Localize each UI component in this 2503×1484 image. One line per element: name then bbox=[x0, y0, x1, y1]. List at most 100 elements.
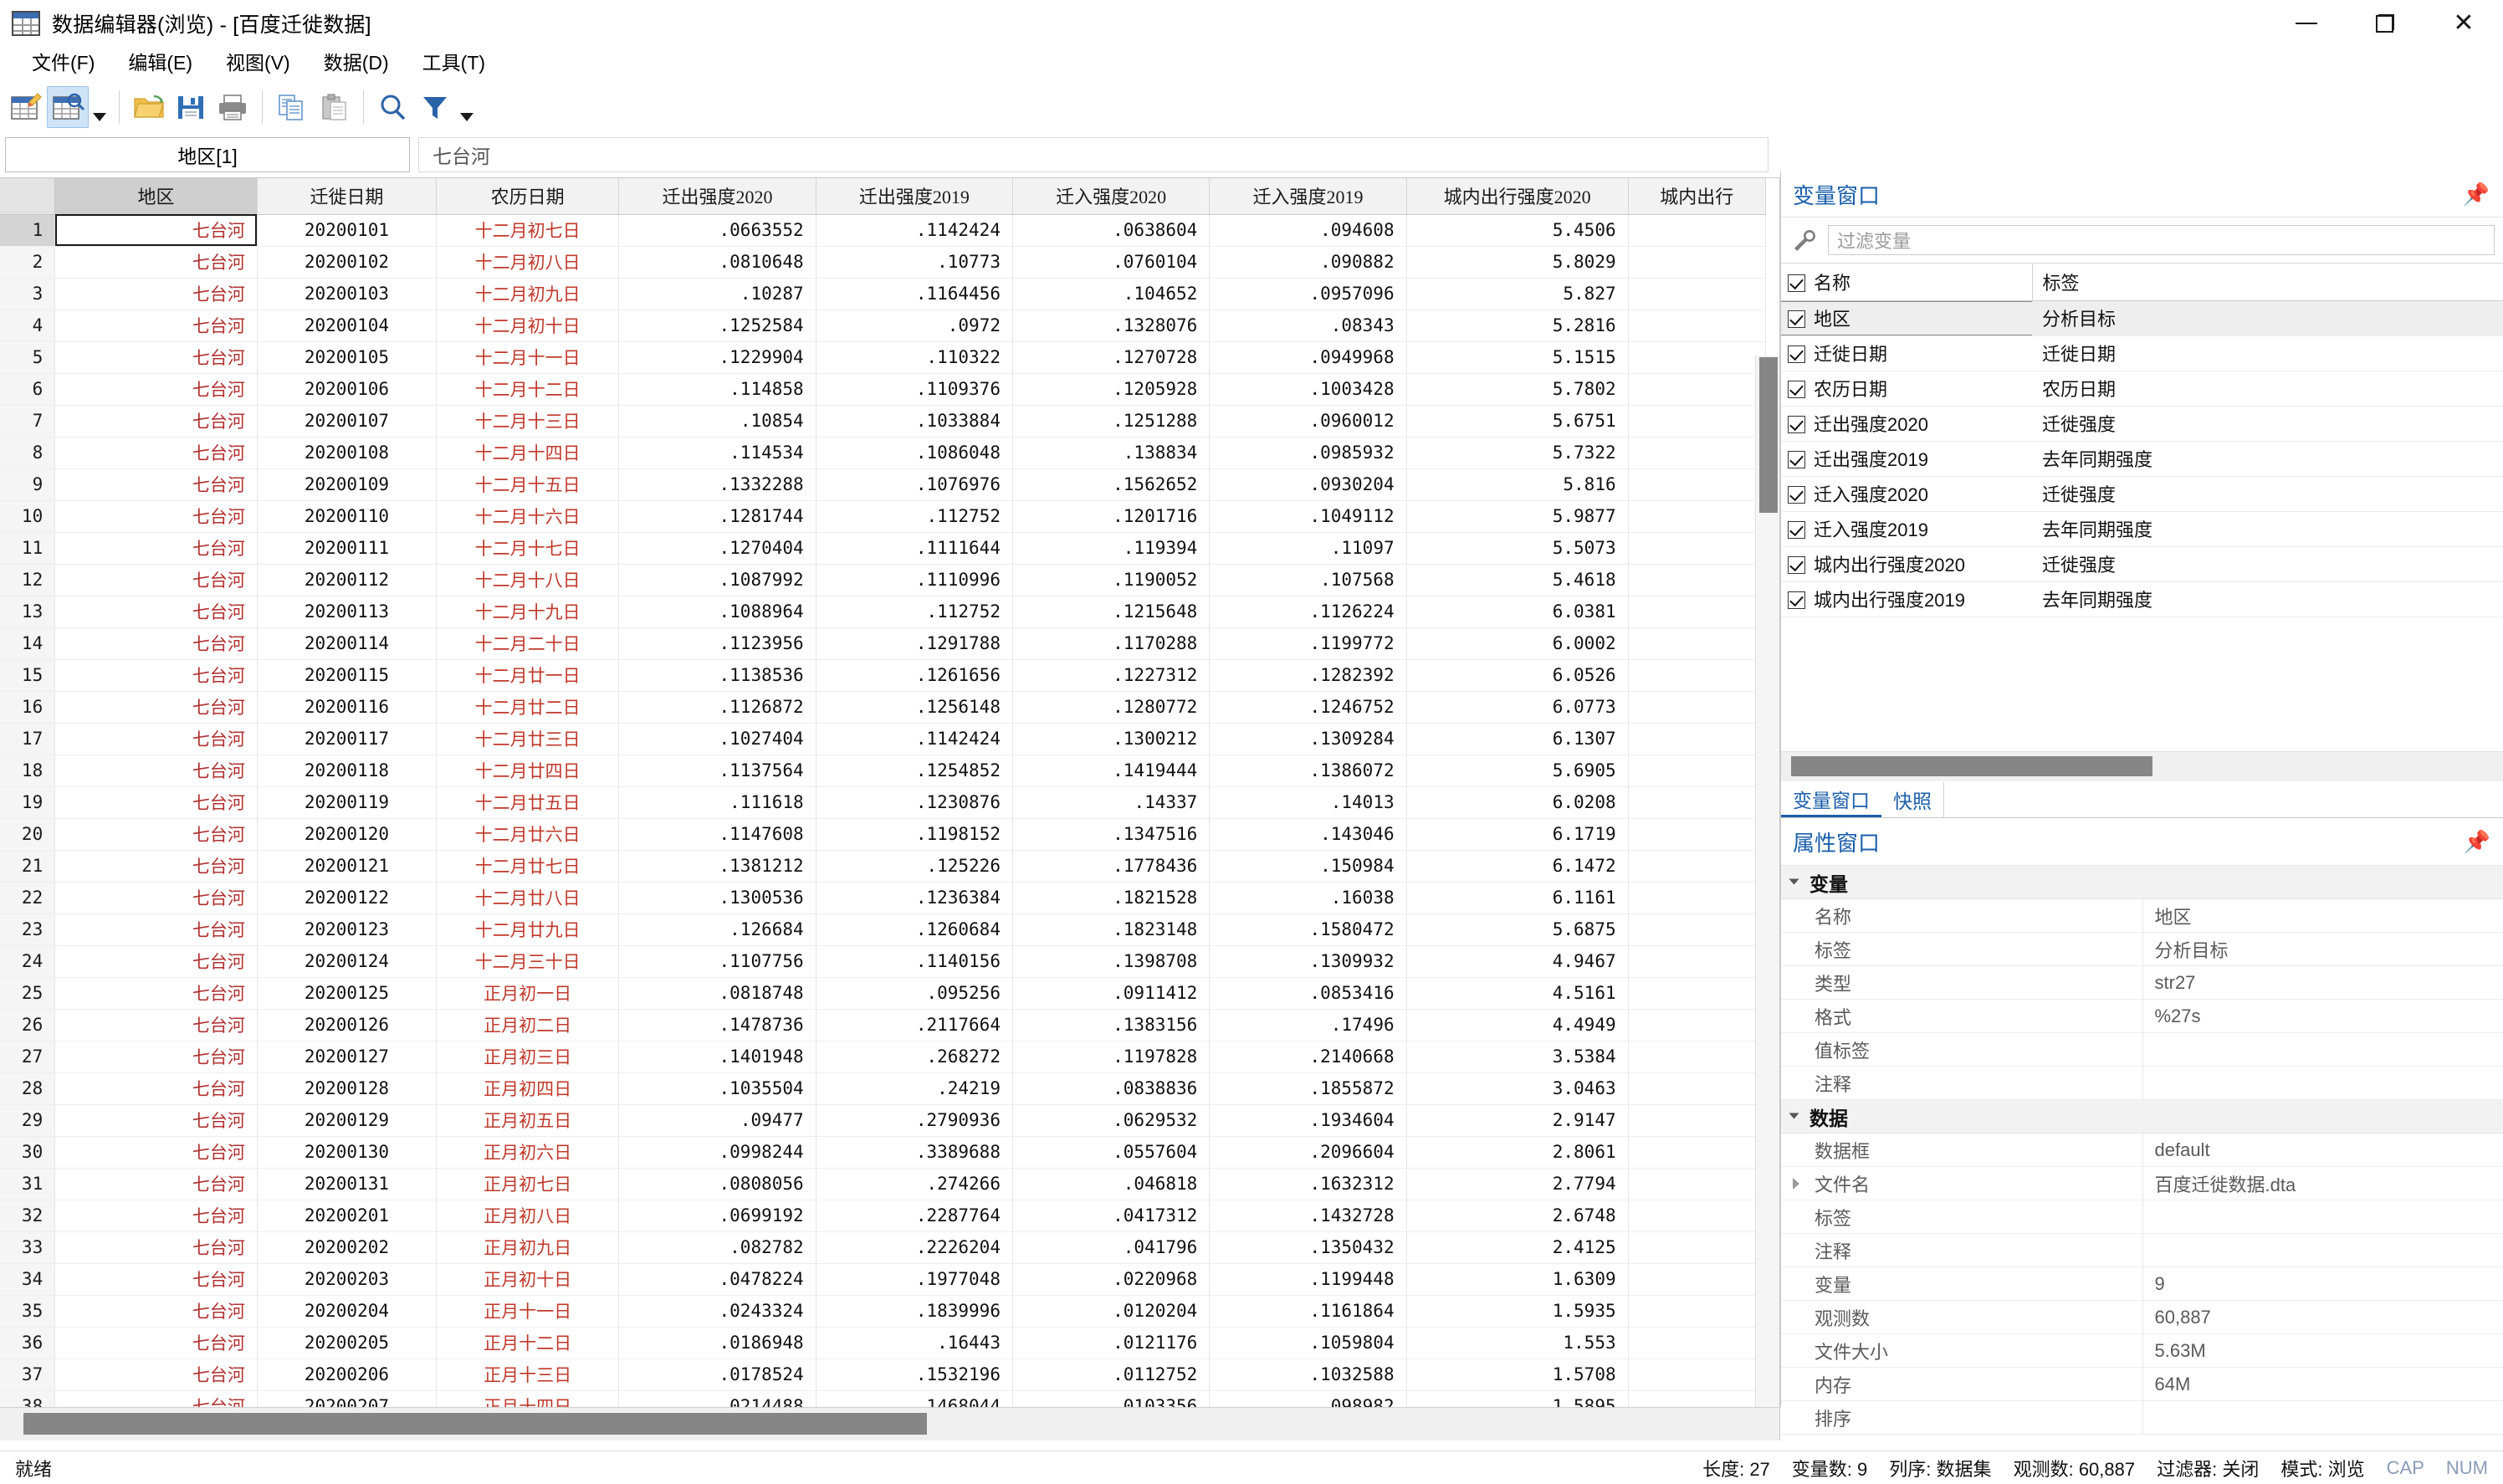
grid-horizontal-scroll-thumb[interactable] bbox=[23, 1413, 927, 1435]
cell-intracity-2019[interactable] bbox=[1628, 1104, 1767, 1137]
cell-area[interactable]: 七台河 bbox=[54, 786, 258, 819]
cell-area[interactable]: 七台河 bbox=[54, 1136, 258, 1169]
cell-area[interactable]: 七台河 bbox=[54, 532, 258, 565]
cell-migration-date[interactable]: 20200106 bbox=[257, 373, 438, 406]
row-number[interactable]: 16 bbox=[0, 691, 56, 724]
cell-inflow-2020[interactable]: .1300212 bbox=[1012, 723, 1211, 755]
row-number[interactable]: 9 bbox=[0, 468, 56, 501]
cell-area[interactable]: 七台河 bbox=[54, 659, 258, 692]
cell-migration-date[interactable]: 20200204 bbox=[257, 1295, 438, 1328]
cell-intracity-2020[interactable]: 1.6309 bbox=[1406, 1263, 1629, 1296]
cell-intracity-2019[interactable] bbox=[1628, 1009, 1767, 1041]
cell-outflow-2019[interactable]: .1839996 bbox=[816, 1295, 1013, 1328]
cell-inflow-2019[interactable]: .143046 bbox=[1209, 818, 1407, 851]
cell-lunar-date[interactable]: 正月初五日 bbox=[436, 1104, 620, 1137]
cell-area[interactable]: 七台河 bbox=[54, 977, 258, 1010]
paste-button[interactable] bbox=[313, 86, 355, 128]
open-button[interactable] bbox=[128, 86, 170, 128]
table-row[interactable]: 37 七台河 20200206 正月十三日 .0178524.1532196.01127… bbox=[0, 1359, 1767, 1391]
cell-intracity-2020[interactable]: 1.5895 bbox=[1406, 1390, 1629, 1407]
table-row[interactable]: 36 七台河 20200205 正月十二日 .0186948.16443.0121176… bbox=[0, 1327, 1767, 1359]
cell-outflow-2020[interactable]: .1252584 bbox=[618, 310, 816, 342]
row-number[interactable]: 3 bbox=[0, 278, 56, 310]
cell-intracity-2020[interactable]: 6.0773 bbox=[1406, 691, 1629, 724]
variable-name-cell[interactable]: 迁出强度2020 bbox=[1781, 406, 2032, 442]
cell-intracity-2020[interactable]: 2.8061 bbox=[1406, 1136, 1629, 1169]
cell-inflow-2020[interactable]: .1398708 bbox=[1012, 945, 1211, 978]
cell-inflow-2019[interactable]: .1126224 bbox=[1209, 596, 1407, 628]
variable-row[interactable]: 迁出强度2019 去年同期强度 bbox=[1781, 441, 2503, 477]
cell-outflow-2020[interactable]: .0699192 bbox=[618, 1200, 816, 1232]
cell-outflow-2019[interactable]: .1109376 bbox=[816, 373, 1013, 406]
cell-intracity-2020[interactable]: 5.1515 bbox=[1406, 341, 1629, 374]
cell-area[interactable]: 七台河 bbox=[54, 1072, 258, 1105]
cell-area[interactable]: 七台河 bbox=[54, 1009, 258, 1041]
property-value[interactable]: 64M bbox=[2142, 1367, 2503, 1401]
cell-outflow-2020[interactable]: .1401948 bbox=[618, 1041, 816, 1073]
cell-inflow-2019[interactable]: .2096604 bbox=[1209, 1136, 1407, 1169]
cell-lunar-date[interactable]: 正月初四日 bbox=[436, 1072, 620, 1105]
cell-intracity-2020[interactable]: 2.6748 bbox=[1406, 1200, 1629, 1232]
cell-lunar-date[interactable]: 正月十二日 bbox=[436, 1327, 620, 1359]
cell-migration-date[interactable]: 20200119 bbox=[257, 786, 438, 819]
cell-lunar-date[interactable]: 正月初八日 bbox=[436, 1200, 620, 1232]
cell-inflow-2019[interactable]: .1246752 bbox=[1209, 691, 1407, 724]
row-number[interactable]: 12 bbox=[0, 564, 56, 596]
table-row[interactable]: 3 七台河 20200103 十二月初九日 .10287.1164456.104652.… bbox=[0, 278, 1767, 310]
variable-name-cell[interactable]: 地区 bbox=[1781, 300, 2032, 336]
cell-intracity-2019[interactable] bbox=[1628, 564, 1767, 596]
cell-outflow-2020[interactable]: .1147608 bbox=[618, 818, 816, 851]
cell-intracity-2019[interactable] bbox=[1628, 1168, 1767, 1200]
variables-horizontal-scrollbar[interactable] bbox=[1781, 751, 2503, 781]
cell-area[interactable]: 七台河 bbox=[54, 405, 258, 438]
property-row[interactable]: 标签 bbox=[1781, 1200, 2503, 1234]
cell-outflow-2020[interactable]: .114534 bbox=[618, 437, 816, 469]
cell-inflow-2019[interactable]: .1199772 bbox=[1209, 627, 1407, 660]
cell-intracity-2020[interactable]: 1.5935 bbox=[1406, 1295, 1629, 1328]
cell-intracity-2020[interactable]: 1.5708 bbox=[1406, 1359, 1629, 1391]
cell-value-input[interactable]: 七台河 bbox=[418, 137, 1768, 172]
variable-row[interactable]: 迁出强度2020 迁徙强度 bbox=[1781, 406, 2503, 442]
variable-checkbox[interactable] bbox=[1788, 591, 1805, 609]
browse-mode-button[interactable] bbox=[47, 86, 89, 128]
cell-area[interactable]: 七台河 bbox=[54, 627, 258, 660]
cell-outflow-2019[interactable]: .1111644 bbox=[816, 532, 1013, 565]
cell-inflow-2019[interactable]: .2140668 bbox=[1209, 1041, 1407, 1073]
property-row[interactable]: 数据框 default bbox=[1781, 1133, 2503, 1167]
cell-migration-date[interactable]: 20200121 bbox=[257, 850, 438, 883]
cell-inflow-2020[interactable]: .1190052 bbox=[1012, 564, 1211, 596]
cell-outflow-2019[interactable]: .1198152 bbox=[816, 818, 1013, 851]
row-number[interactable]: 19 bbox=[0, 786, 56, 819]
cell-intracity-2020[interactable]: 5.2816 bbox=[1406, 310, 1629, 342]
cell-inflow-2019[interactable]: .1199448 bbox=[1209, 1263, 1407, 1296]
cell-outflow-2020[interactable]: .1381212 bbox=[618, 850, 816, 883]
cell-inflow-2020[interactable]: .046818 bbox=[1012, 1168, 1211, 1200]
table-row[interactable]: 22 七台河 20200122 十二月廿八日 .1300536.1236384.1821… bbox=[0, 882, 1767, 914]
mode-dropdown-button[interactable] bbox=[89, 86, 110, 128]
cell-outflow-2020[interactable]: .1035504 bbox=[618, 1072, 816, 1105]
cell-lunar-date[interactable]: 十二月廿五日 bbox=[436, 786, 620, 819]
property-row[interactable]: 排序 bbox=[1781, 1400, 2503, 1435]
table-row[interactable]: 18 七台河 20200118 十二月廿四日 .1137564.1254852.1419… bbox=[0, 755, 1767, 787]
cell-migration-date[interactable]: 20200110 bbox=[257, 500, 438, 533]
cell-inflow-2019[interactable]: .17496 bbox=[1209, 1009, 1407, 1041]
cell-inflow-2019[interactable]: .1350432 bbox=[1209, 1231, 1407, 1264]
cell-inflow-2020[interactable]: .1251288 bbox=[1012, 405, 1211, 438]
row-number[interactable]: 27 bbox=[0, 1041, 56, 1073]
cell-inflow-2019[interactable]: .1309284 bbox=[1209, 723, 1407, 755]
cell-migration-date[interactable]: 20200129 bbox=[257, 1104, 438, 1137]
copy-button[interactable] bbox=[271, 86, 313, 128]
cell-area[interactable]: 七台河 bbox=[54, 913, 258, 946]
cell-inflow-2019[interactable]: .0949968 bbox=[1209, 341, 1407, 374]
variable-row[interactable]: 城内出行强度2020 迁徙强度 bbox=[1781, 546, 2503, 582]
cell-inflow-2020[interactable]: .1215648 bbox=[1012, 596, 1211, 628]
row-number[interactable]: 22 bbox=[0, 882, 56, 914]
cell-intracity-2020[interactable]: 5.816 bbox=[1406, 468, 1629, 501]
cell-inflow-2020[interactable]: .0911412 bbox=[1012, 977, 1211, 1010]
cell-area[interactable]: 七台河 bbox=[54, 1327, 258, 1359]
cell-intracity-2020[interactable]: 4.5161 bbox=[1406, 977, 1629, 1010]
variables-col-name[interactable]: 名称 bbox=[1781, 264, 2032, 301]
cell-inflow-2020[interactable]: .1270728 bbox=[1012, 341, 1211, 374]
cell-area[interactable]: 七台河 bbox=[54, 1295, 258, 1328]
cell-inflow-2019[interactable]: .094608 bbox=[1209, 214, 1407, 247]
